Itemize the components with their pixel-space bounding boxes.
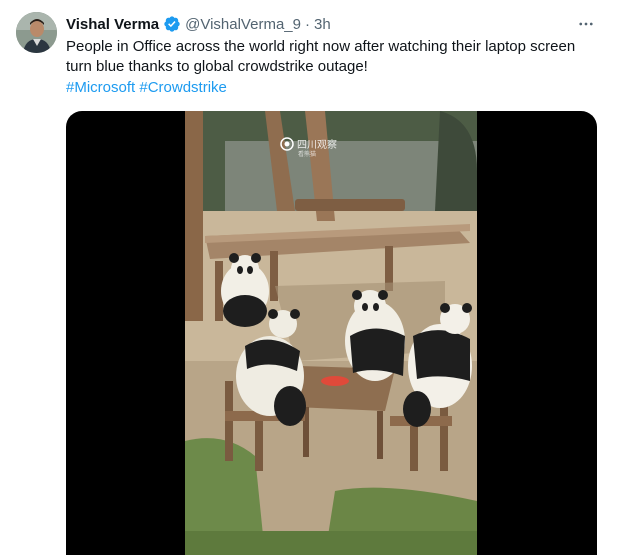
avatar[interactable]: [16, 12, 57, 53]
tweet-header: Vishal Verma @VishalVerma_9 · 3h: [66, 14, 331, 34]
author-handle[interactable]: @VishalVerma_9: [185, 16, 301, 33]
verified-badge-icon: [164, 16, 180, 32]
video-watermark: 四川观察 看熊猫: [280, 136, 337, 158]
hashtag-microsoft[interactable]: #Microsoft: [66, 79, 135, 96]
tweet[interactable]: Vishal Verma @VishalVerma_9 · 3h People …: [0, 0, 622, 555]
hashtag-crowdstrike[interactable]: #Crowdstrike: [139, 79, 227, 96]
separator-dot: ·: [304, 15, 310, 33]
panda-video-frame: [185, 111, 477, 555]
more-icon: [579, 22, 593, 26]
channel-logo-icon: [280, 136, 294, 151]
avatar-photo: [16, 12, 57, 53]
author-name[interactable]: Vishal Verma: [66, 16, 159, 33]
tweet-text: People in Office across the world right …: [66, 38, 576, 75]
tweet-media[interactable]: 四川观察 看熊猫: [66, 111, 597, 555]
watermark-subtext: 看熊猫: [298, 152, 317, 158]
timestamp[interactable]: 3h: [314, 16, 331, 33]
more-button[interactable]: [574, 14, 598, 34]
hashtags: #Microsoft #Crowdstrike: [66, 78, 227, 98]
